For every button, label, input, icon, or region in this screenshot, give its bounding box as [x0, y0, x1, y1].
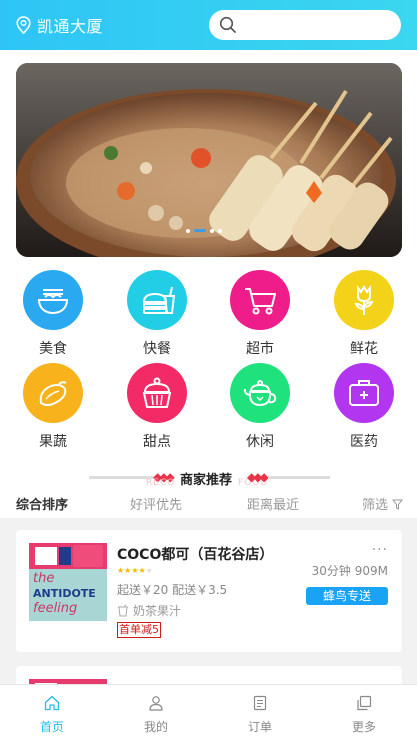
thumbnail-text: the — [33, 571, 55, 586]
diamond-decoration-icon: ◆◆◆ — [247, 470, 269, 484]
search-icon — [219, 16, 236, 33]
shop-card[interactable]: the ANTIDOTE feeling COCO都可（百花谷店） ··· ★★… — [16, 530, 402, 652]
shopping-cart-icon — [230, 270, 290, 330]
delivery-time-distance: 30分钟 909M — [311, 564, 388, 578]
tab-label: 首页 — [39, 720, 64, 734]
category-fruits-vegetables[interactable]: 果蔬 — [13, 363, 93, 451]
shop-name: COCO都可（百花谷店） — [117, 547, 274, 563]
teapot-icon — [230, 363, 290, 423]
thumbnail-text: ANTIDOTE — [33, 587, 96, 600]
order-icon — [253, 695, 267, 711]
noodle-bowl-icon — [23, 270, 83, 330]
bottom-tab-bar: 首页 我的 订单 更多 — [0, 684, 417, 738]
divider — [89, 476, 153, 479]
header-bar: 凯通大厦 — [0, 0, 417, 50]
category-food[interactable]: 美食 — [13, 270, 93, 358]
category-desserts[interactable]: 甜点 — [117, 363, 197, 451]
star-icon: ★ — [131, 566, 139, 575]
filter-funnel-icon — [392, 499, 404, 510]
section-header: ◆◆◆ RECO 商家推荐 FOOD ◆◆◆ — [0, 466, 417, 490]
category-label: 美食 — [39, 341, 67, 357]
category-fastfood[interactable]: 快餐 — [117, 270, 197, 358]
category-pharmacy[interactable]: 医药 — [324, 363, 404, 451]
shop-category-label: 奶茶果汁 — [133, 604, 182, 618]
medical-kit-icon — [334, 363, 394, 423]
section-title: 商家推荐 — [180, 473, 233, 488]
tab-label: 我的 — [143, 720, 168, 734]
sort-bar: 综合排序 好评优先 距离最近 筛选 — [0, 490, 417, 516]
promo-banner[interactable] — [16, 63, 402, 257]
category-label: 甜点 — [143, 434, 171, 450]
location-pin-icon — [16, 16, 31, 34]
category-label: 医药 — [350, 434, 378, 450]
delivery-fees: 起送￥20 配送￥3.5 — [117, 583, 228, 597]
category-label: 果蔬 — [39, 434, 67, 450]
shop-category: 奶茶果汁 — [117, 602, 181, 619]
location-label: 凯通大厦 — [37, 17, 104, 36]
search-input[interactable] — [209, 10, 401, 40]
filter-label: 筛选 — [362, 498, 389, 513]
tab-more[interactable]: 更多 — [312, 685, 416, 738]
tab-label: 更多 — [351, 720, 376, 734]
tab-orders[interactable]: 订单 — [208, 685, 312, 738]
more-icon — [357, 695, 372, 711]
rating-stars: ★★★★★ — [117, 566, 153, 575]
category-supermarket[interactable]: 超市 — [220, 270, 300, 358]
tab-label: 订单 — [247, 720, 272, 734]
category-label: 快餐 — [143, 341, 171, 357]
sort-distance[interactable]: 距离最近 — [247, 494, 299, 513]
user-icon — [149, 696, 163, 711]
flower-icon — [334, 270, 394, 330]
category-label: 超市 — [246, 341, 274, 357]
category-label: 鲜花 — [350, 341, 378, 357]
home-icon — [44, 695, 60, 711]
category-label: 休闲 — [246, 434, 274, 450]
star-icon: ★ — [138, 566, 146, 575]
delivery-badge: 蜂鸟专送 — [306, 587, 388, 605]
tab-home[interactable]: 首页 — [0, 685, 104, 738]
cupcake-icon — [127, 363, 187, 423]
section-watermark: RECO — [146, 478, 176, 488]
divider — [268, 476, 330, 479]
banner-food-image — [16, 63, 402, 257]
tab-profile[interactable]: 我的 — [104, 685, 208, 738]
cup-icon — [118, 604, 128, 617]
filter-button[interactable]: 筛选 — [362, 494, 404, 513]
category-leisure[interactable]: 休闲 — [220, 363, 300, 451]
star-icon: ★ — [145, 566, 153, 575]
thumbnail-text: feeling — [33, 601, 78, 616]
category-flowers[interactable]: 鲜花 — [324, 270, 404, 358]
burger-drink-icon — [127, 270, 187, 330]
location-selector[interactable]: 凯通大厦 — [16, 13, 103, 37]
eggplant-icon — [23, 363, 83, 423]
more-options-icon[interactable]: ··· — [372, 542, 388, 558]
sort-default[interactable]: 综合排序 — [16, 494, 68, 513]
sort-rating[interactable]: 好评优先 — [130, 494, 182, 513]
promo-tag: 首单减5 — [117, 622, 161, 638]
shop-thumbnail: the ANTIDOTE feeling — [29, 543, 107, 621]
